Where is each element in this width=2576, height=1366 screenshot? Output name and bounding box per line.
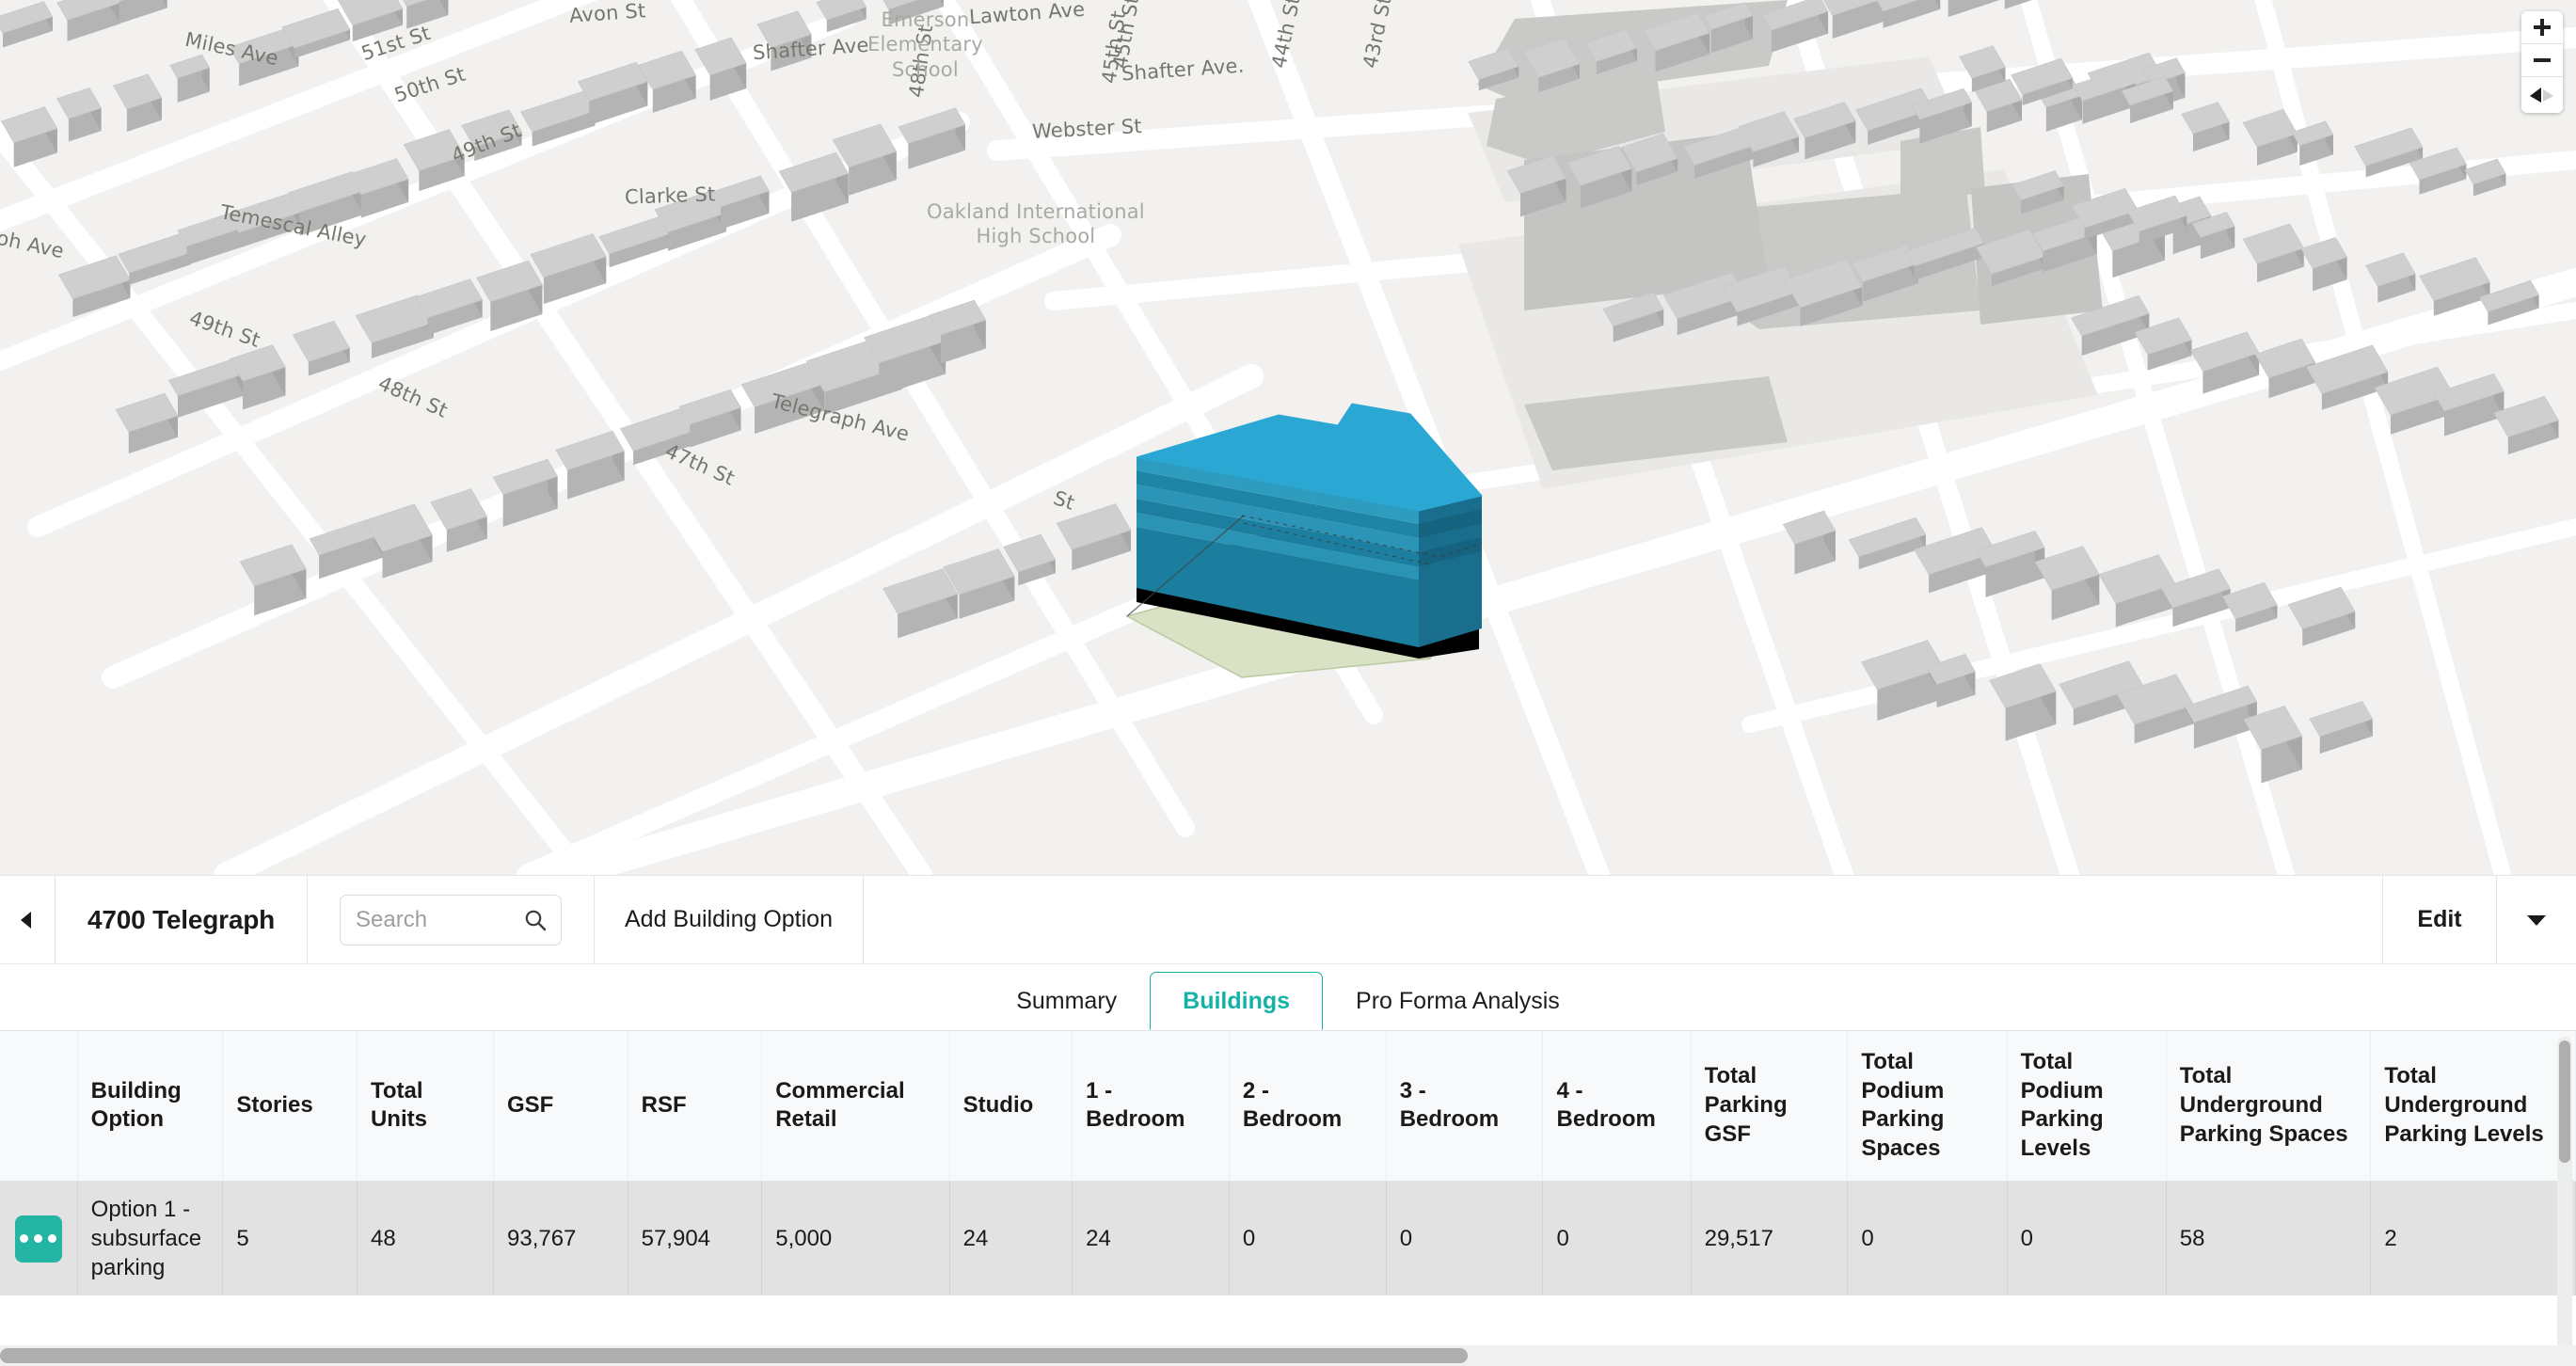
compass-button[interactable] — [2521, 77, 2563, 113]
tab-pro-forma-analysis[interactable]: Pro Forma Analysis — [1323, 972, 1593, 1030]
app-root: Avon St Miles Ave 51st St 50th St 49th St Cla… — [0, 0, 2576, 1366]
buildings-table: Building Option Stories Total Units GSF RSF C… — [0, 1031, 2576, 1296]
map-controls[interactable] — [2521, 11, 2563, 113]
column-header[interactable]: Total Parking GSF — [1691, 1031, 1849, 1182]
horizontal-scrollbar[interactable] — [0, 1345, 2576, 1366]
panel-toolbar: 4700 Telegraph Add Building Option — [0, 875, 2576, 964]
table-cell[interactable]: 24 — [1072, 1181, 1230, 1296]
table-cell[interactable]: Option 1 - subsurface parking — [77, 1181, 224, 1296]
table-cell[interactable]: 5,000 — [761, 1181, 950, 1296]
row-menu-ellipsis-icon[interactable] — [14, 1215, 62, 1263]
chevron-down-icon — [2527, 914, 2546, 926]
vertical-scrollbar[interactable] — [2557, 1037, 2572, 1361]
project-title: 4700 Telegraph — [87, 904, 275, 934]
vertical-scrollbar-thumb[interactable] — [2559, 1040, 2570, 1163]
tabs-row: Summary Buildings Pro Forma Analysis — [0, 964, 2576, 1030]
column-header[interactable]: Building Option — [77, 1031, 224, 1182]
back-arrow-icon — [21, 911, 31, 929]
row-actions-column-header — [0, 1031, 78, 1182]
edit-dropdown-button[interactable] — [2497, 876, 2576, 963]
back-button[interactable] — [0, 876, 55, 963]
tab-buildings[interactable]: Buildings — [1150, 972, 1324, 1030]
table-cell[interactable]: 0 — [1229, 1181, 1387, 1296]
table-cell[interactable]: 29,517 — [1691, 1181, 1849, 1296]
column-header[interactable]: Stories — [222, 1031, 358, 1182]
map-view[interactable]: Avon St Miles Ave 51st St 50th St 49th St Cla… — [0, 0, 2576, 875]
zoom-in-button[interactable] — [2521, 11, 2563, 44]
details-panel: 4700 Telegraph Add Building Option — [0, 875, 2576, 1366]
add-building-option-button[interactable]: Add Building Option — [595, 876, 863, 963]
column-header[interactable]: Total Podium Parking Levels — [2007, 1031, 2167, 1182]
column-header[interactable]: 3 - Bedroom — [1386, 1031, 1544, 1182]
column-header[interactable]: 1 - Bedroom — [1072, 1031, 1230, 1182]
zoom-out-button[interactable] — [2521, 44, 2563, 77]
table-cell[interactable]: 24 — [949, 1181, 1073, 1296]
table-cell[interactable]: 0 — [1542, 1181, 1692, 1296]
column-header[interactable]: 2 - Bedroom — [1229, 1031, 1387, 1182]
horizontal-scrollbar-thumb[interactable] — [0, 1348, 1468, 1363]
column-header[interactable]: Total Podium Parking Spaces — [1847, 1031, 2008, 1182]
table-cell[interactable]: 0 — [1386, 1181, 1544, 1296]
tab-summary[interactable]: Summary — [983, 972, 1150, 1030]
table-body: Option 1 - subsurface parking 5 48 93,767 57… — [0, 1181, 2576, 1296]
column-header[interactable]: Total Underground Parking Levels — [2370, 1031, 2576, 1182]
table-cell[interactable]: 48 — [357, 1181, 495, 1296]
column-header[interactable]: Total Underground Parking Spaces — [2166, 1031, 2372, 1182]
column-header[interactable]: Commercial Retail — [761, 1031, 950, 1182]
row-actions-cell[interactable] — [0, 1181, 78, 1296]
tab-list[interactable]: Summary Buildings Pro Forma Analysis — [983, 964, 1593, 1030]
table-cell[interactable]: 2 — [2370, 1181, 2576, 1296]
table-cell[interactable]: 58 — [2166, 1181, 2372, 1296]
edit-button[interactable]: Edit — [2383, 876, 2496, 963]
table-cell[interactable]: 57,904 — [628, 1181, 763, 1296]
column-header[interactable]: Studio — [949, 1031, 1073, 1182]
buildings-table-scroll[interactable]: Building Option Stories Total Units GSF RSF C… — [0, 1030, 2576, 1366]
column-header[interactable]: RSF — [628, 1031, 763, 1182]
table-cell[interactable]: 93,767 — [493, 1181, 628, 1296]
column-header[interactable]: GSF — [493, 1031, 628, 1182]
search-icon[interactable] — [523, 908, 548, 932]
table-cell[interactable]: 0 — [1847, 1181, 2008, 1296]
search-container — [308, 876, 594, 963]
table-cell[interactable]: 0 — [2007, 1181, 2167, 1296]
plus-icon — [2534, 19, 2551, 36]
table-header-row: Building Option Stories Total Units GSF RSF C… — [0, 1031, 2576, 1182]
map-canvas[interactable] — [0, 0, 2576, 875]
search-box[interactable] — [340, 894, 562, 945]
table-row[interactable]: Option 1 - subsurface parking 5 48 93,767 57… — [0, 1181, 2576, 1296]
table-cell[interactable]: 5 — [222, 1181, 358, 1296]
column-header[interactable]: Total Units — [357, 1031, 495, 1182]
compass-icon — [2530, 87, 2553, 103]
map-geometry — [0, 0, 2576, 875]
column-header[interactable]: 4 - Bedroom — [1542, 1031, 1692, 1182]
table-head: Building Option Stories Total Units GSF RSF C… — [0, 1031, 2576, 1182]
minus-icon — [2534, 58, 2551, 62]
